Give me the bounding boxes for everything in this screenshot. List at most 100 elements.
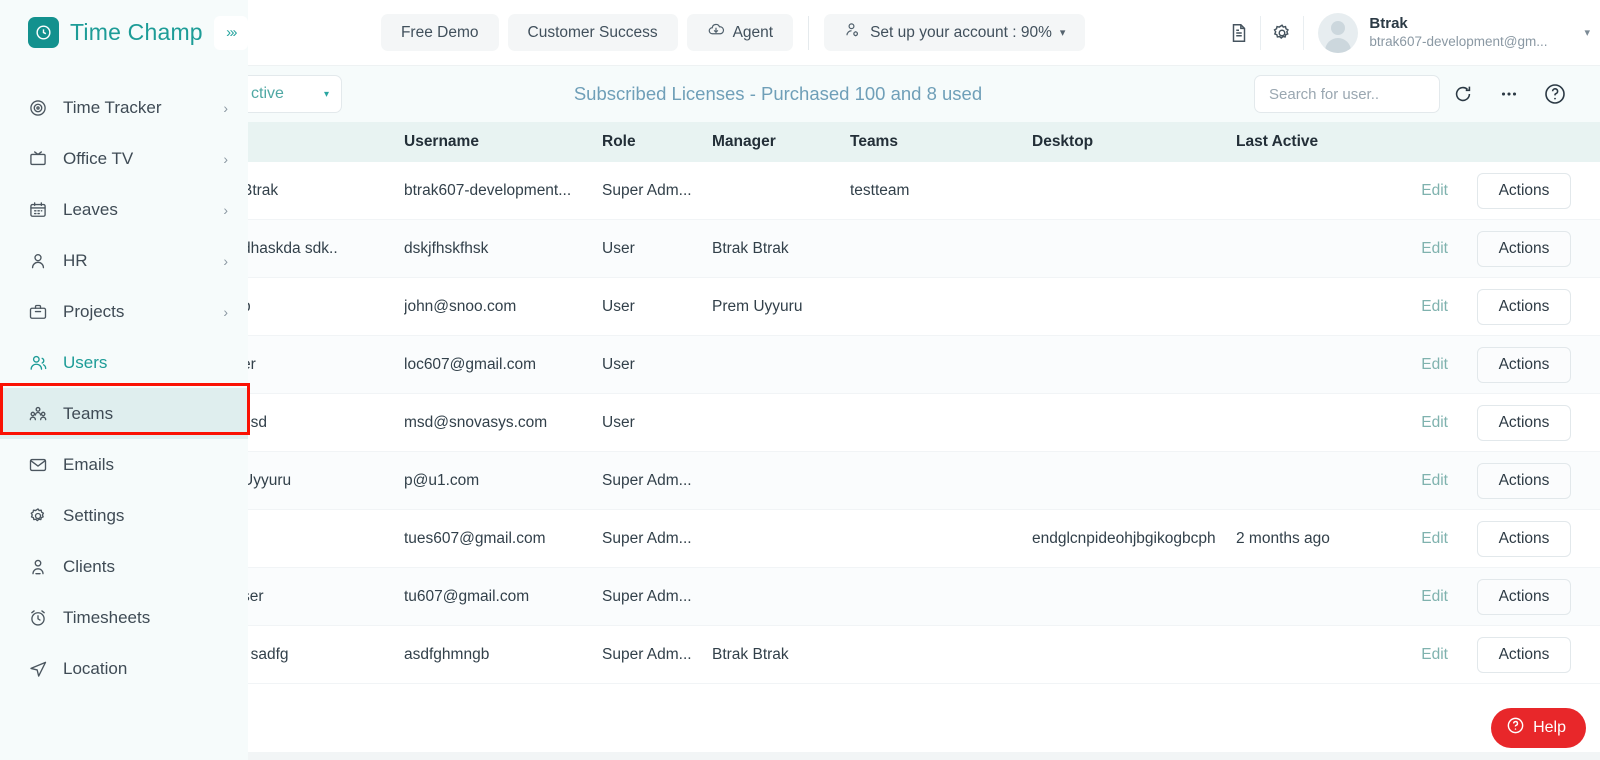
cell-manager: Btrak Btrak (712, 239, 789, 257)
cloud-download-icon (707, 21, 725, 44)
sidebar-item-label: Settings (63, 505, 125, 525)
ellipsis-icon[interactable] (1486, 71, 1532, 117)
sidebar-item-label: Clients (63, 556, 115, 576)
refresh-icon[interactable] (1440, 71, 1486, 117)
col-header-desktop[interactable]: Desktop (1032, 133, 1236, 151)
actions-cell: Actions (1448, 404, 1600, 441)
free-demo-button[interactable]: Free Demo (380, 14, 499, 51)
actions-button[interactable]: Actions (1477, 404, 1571, 441)
cell-role: User (602, 413, 635, 431)
chevron-right-icon: › (223, 252, 228, 269)
sidebar-item-hr[interactable]: HR › (0, 235, 248, 286)
brand-area: Time Champ »› (0, 0, 248, 66)
sidebar-item-time-tracker[interactable]: Time Tracker › (0, 82, 248, 133)
setup-account-label: Set up your account : 90% (870, 23, 1052, 41)
edit-link[interactable]: Edit (1348, 356, 1448, 374)
chevron-right-icon: › (223, 150, 228, 167)
briefcase-icon (28, 302, 48, 322)
sidebar-item-teams[interactable]: Teams (0, 388, 248, 439)
free-demo-label: Free Demo (400, 23, 479, 41)
actions-button[interactable]: Actions (1477, 462, 1571, 499)
edit-link[interactable]: Edit (1348, 472, 1448, 490)
actions-cell: Actions (1448, 520, 1600, 557)
edit-link[interactable]: Edit (1348, 240, 1448, 258)
sidebar-item-leaves[interactable]: Leaves › (0, 184, 248, 235)
col-header-username[interactable]: Username (404, 133, 602, 151)
users-icon (28, 353, 48, 373)
edit-link[interactable]: Edit (1348, 530, 1448, 548)
edit-link[interactable]: Edit (1348, 646, 1448, 664)
cell-role: User (602, 239, 635, 257)
top-center-actions: Free Demo Customer Success Agent Set up … (248, 14, 1218, 51)
search-input-wrapper[interactable] (1254, 75, 1440, 113)
team-icon (28, 404, 48, 424)
sidebar-item-location[interactable]: Location (0, 643, 248, 694)
edit-link[interactable]: Edit (1348, 588, 1448, 606)
search-input[interactable] (1269, 85, 1425, 103)
cell-username: asdfghmngb (404, 645, 490, 663)
sidebar-item-timesheets[interactable]: Timesheets (0, 592, 248, 643)
sidebar-item-settings[interactable]: Settings (0, 490, 248, 541)
col-header-role[interactable]: Role (602, 133, 712, 151)
cell-role: Super Adm... (602, 181, 692, 199)
alarm-icon (28, 608, 48, 628)
actions-button[interactable]: Actions (1477, 578, 1571, 615)
cell-role: Super Adm... (602, 587, 692, 605)
actions-cell: Actions (1448, 578, 1600, 615)
actions-button[interactable]: Actions (1477, 520, 1571, 557)
cell-username: msd@snovasys.com (404, 413, 548, 431)
sidebar-item-label: Projects (63, 301, 125, 321)
cell-username: p@u1.com (404, 471, 480, 489)
chevron-down-icon: ▾ (1059, 27, 1066, 39)
question-circle-icon (1506, 716, 1525, 740)
help-circle-icon[interactable] (1532, 71, 1578, 117)
profile-email: btrak607-development@gm... (1369, 33, 1548, 49)
setup-account-button[interactable]: Set up your account : 90% ▾ (824, 14, 1086, 51)
navigate-icon (28, 659, 48, 679)
edit-link[interactable]: Edit (1348, 414, 1448, 432)
edit-link[interactable]: Edit (1348, 182, 1448, 200)
horizontal-scrollbar[interactable] (248, 752, 1600, 760)
sidebar-item-label: HR (63, 250, 88, 270)
col-header-last-active[interactable]: Last Active (1236, 133, 1348, 151)
cell-last-active: 2 months ago (1236, 529, 1330, 547)
cell-role: User (602, 355, 635, 373)
sidebar-item-projects[interactable]: Projects › (0, 286, 248, 337)
sidebar-item-label: Teams (63, 403, 114, 423)
chevron-right-icon: › (223, 99, 228, 116)
cell-role: User (602, 297, 635, 315)
cell-role: Super Adm... (602, 529, 692, 547)
gear-icon (28, 506, 48, 526)
document-icon[interactable] (1218, 12, 1260, 54)
actions-button[interactable]: Actions (1477, 288, 1571, 325)
customer-success-button[interactable]: Customer Success (507, 14, 678, 51)
agent-label: Agent (732, 23, 774, 41)
edit-link[interactable]: Edit (1348, 298, 1448, 316)
sidebar-item-office-tv[interactable]: Office TV › (0, 133, 248, 184)
sidebar-item-emails[interactable]: Emails (0, 439, 248, 490)
profile-menu[interactable]: Btrak btrak607-development@gm... ▾ (1304, 12, 1600, 53)
gear-icon[interactable] (1261, 12, 1303, 54)
agent-button[interactable]: Agent (686, 14, 794, 51)
toolbar-divider (808, 15, 810, 50)
col-header-teams[interactable]: Teams (850, 133, 1032, 151)
chevrons-right-icon[interactable]: »› (213, 15, 248, 50)
actions-button[interactable]: Actions (1477, 230, 1571, 267)
actions-button[interactable]: Actions (1477, 636, 1571, 673)
sidebar-item-clients[interactable]: Clients (0, 541, 248, 592)
cell-role: Super Adm... (602, 471, 692, 489)
actions-button[interactable]: Actions (1477, 172, 1571, 209)
actions-cell: Actions (1448, 462, 1600, 499)
actions-cell: Actions (1448, 346, 1600, 383)
actions-button[interactable]: Actions (1477, 346, 1571, 383)
cell-username: dskjfhskfhsk (404, 239, 489, 257)
sidebar-item-users[interactable]: Users (0, 337, 248, 388)
help-button[interactable]: Help (1491, 708, 1586, 748)
brand-name: Time Champ (70, 19, 203, 45)
cell-teams: testteam (850, 181, 910, 199)
envelope-icon (28, 455, 48, 475)
sidebar-item-label: Time Tracker (63, 97, 162, 117)
avatar-icon (1318, 12, 1359, 53)
actions-cell: Actions (1448, 288, 1600, 325)
col-header-manager[interactable]: Manager (712, 133, 850, 151)
